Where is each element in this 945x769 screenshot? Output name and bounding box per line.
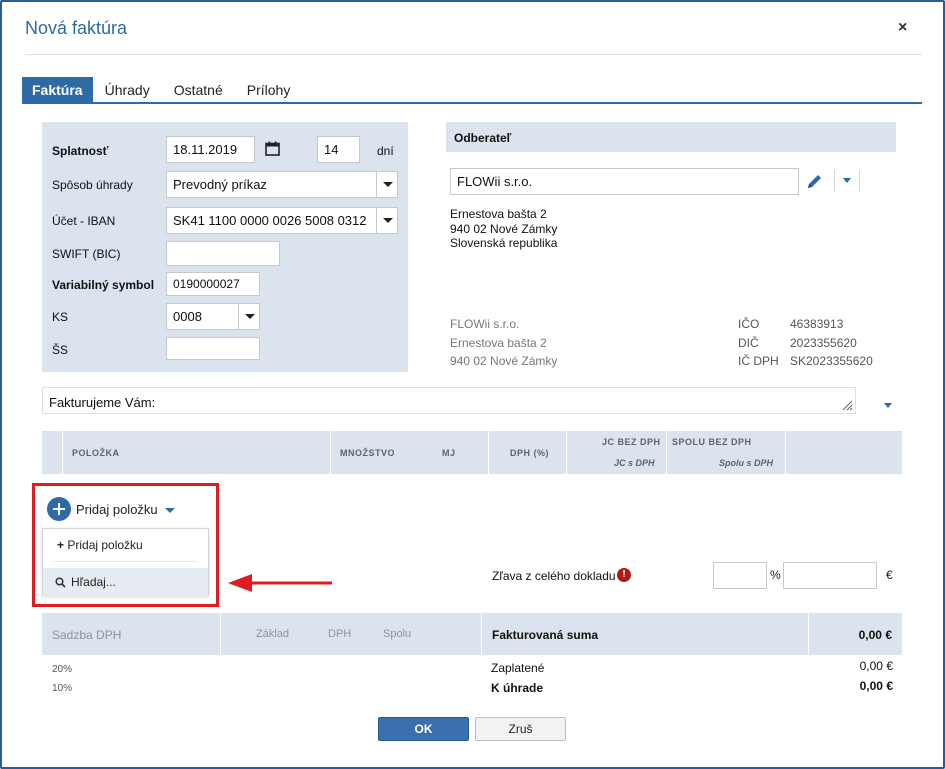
pencil-icon[interactable]	[806, 173, 823, 190]
column-divider	[488, 431, 489, 474]
intro-textarea[interactable]: Fakturujeme Vám:	[42, 387, 856, 414]
chevron-down-icon[interactable]	[238, 304, 259, 329]
ks-label: KS	[52, 310, 69, 324]
ks-select[interactable]: 0008	[166, 303, 260, 330]
invoiced-label: Fakturovaná suma	[492, 628, 599, 642]
chevron-down-icon[interactable]	[376, 172, 397, 197]
col-total-vat: Spolu s DPH	[719, 458, 774, 468]
column-divider	[785, 431, 786, 474]
col-vat: DPH (%)	[510, 448, 549, 458]
vat-rate-row: 20%	[52, 664, 73, 675]
swift-label: SWIFT (BIC)	[52, 247, 121, 261]
customer-field[interactable]: FLOWii s.r.o.	[450, 168, 799, 195]
cancel-button[interactable]: Zruš	[475, 717, 566, 741]
tab-payments[interactable]: Úhrady	[93, 77, 162, 103]
dic-value: 2023355620	[790, 336, 857, 350]
customer-header-label: Odberateľ	[454, 131, 512, 145]
invoiced-value: 0,00 €	[858, 628, 892, 642]
ss-field[interactable]	[166, 337, 260, 360]
total-heading: Spolu	[383, 628, 412, 640]
title-divider	[25, 54, 922, 55]
discount-amount-field[interactable]	[783, 562, 877, 589]
payment-method-select[interactable]: Prevodný príkaz	[166, 171, 398, 198]
column-divider	[62, 431, 63, 474]
iban-label: Účet - IBAN	[52, 214, 116, 228]
dialog-title: Nová faktúra	[25, 18, 128, 38]
supplier-city: 940 02 Nové Zámky	[450, 354, 558, 368]
iban-select[interactable]: SK41 1100 0000 0026 5008 0312	[166, 207, 398, 234]
iban-value: SK41 1100 0000 0026 5008 0312	[173, 213, 367, 228]
close-icon[interactable]: ×	[898, 19, 907, 37]
variable-symbol-label: Variabilný symbol	[52, 278, 155, 292]
vat-rate-heading: Sadzba DPH	[52, 628, 122, 642]
col-qty: MNOŽSTVO	[340, 448, 395, 458]
vat-heading: DPH	[328, 628, 352, 640]
supplier-name: FLOWii s.r.o.	[450, 317, 520, 331]
percent-unit: %	[770, 568, 781, 582]
warning-icon[interactable]: !	[617, 568, 631, 582]
icdph-value: SK2023355620	[790, 354, 873, 368]
chevron-down-icon[interactable]	[884, 403, 892, 408]
supplier-street: Ernestova bašta 2	[450, 336, 547, 350]
customer-address: Ernestova bašta 2 940 02 Nové Zámky Slov…	[450, 207, 557, 251]
tab-underline	[22, 102, 922, 104]
icdph-label: IČ DPH	[738, 354, 779, 368]
vat-rate-row: 10%	[52, 683, 73, 694]
tab-other[interactable]: Ostatné	[162, 77, 235, 103]
days-unit-label: dní	[377, 144, 394, 158]
items-table-header: POLOŽKA MNOŽSTVO MJ DPH (%) JC BEZ DPH J…	[42, 431, 902, 474]
intro-text: Fakturujeme Vám:	[49, 395, 156, 410]
tab-bar: Faktúra Úhrady Ostatné Prílohy	[22, 77, 302, 103]
paid-value: 0,00 €	[859, 659, 893, 673]
divider	[859, 170, 860, 192]
calendar-icon[interactable]	[265, 141, 280, 156]
resize-grip-icon[interactable]	[842, 400, 853, 411]
column-divider	[330, 431, 331, 474]
address-line: 940 02 Nové Zámky	[450, 221, 558, 236]
col-item: POLOŽKA	[72, 448, 120, 458]
variable-symbol-field[interactable]: 0190000027	[166, 272, 260, 296]
discount-label: Zľava z celého dokladu	[492, 569, 616, 583]
payment-method-value: Prevodný príkaz	[173, 177, 267, 192]
due-label: K úhrade	[491, 681, 544, 695]
chevron-down-icon[interactable]	[843, 178, 851, 183]
chevron-down-icon[interactable]	[376, 208, 397, 233]
column-divider	[566, 431, 567, 474]
column-divider	[666, 431, 667, 474]
address-line: Ernestova bašta 2	[450, 207, 547, 221]
ico-label: IČO	[738, 317, 760, 331]
highlight-box	[32, 483, 219, 607]
payment-method-label: Spôsob úhrady	[52, 178, 133, 192]
col-unit-price: JC BEZ DPH	[602, 437, 661, 447]
base-heading: Základ	[256, 628, 290, 640]
divider	[834, 170, 835, 192]
swift-field[interactable]	[166, 241, 280, 266]
discount-percent-field[interactable]	[713, 562, 767, 589]
arrow-left-icon	[228, 574, 332, 592]
col-unit-price-vat: JC s DPH	[614, 458, 655, 468]
ss-label: ŠS	[52, 343, 69, 357]
col-unit: MJ	[442, 448, 456, 458]
due-value: 0,00 €	[859, 679, 893, 693]
col-total: SPOLU BEZ DPH	[672, 437, 752, 447]
tab-invoice[interactable]: Faktúra	[22, 77, 93, 103]
scroll-fade	[40, 700, 480, 712]
address-line: Slovenská republika	[450, 236, 558, 250]
tab-attachments[interactable]: Prílohy	[235, 77, 303, 103]
due-date-field[interactable]: 18.11.2019	[166, 136, 255, 163]
ks-value: 0008	[173, 309, 202, 324]
due-days-field[interactable]: 14	[317, 136, 360, 163]
paid-label: Zaplatené	[491, 661, 545, 675]
ok-button[interactable]: OK	[378, 717, 469, 741]
ico-value: 46383913	[790, 317, 844, 331]
customer-header: Odberateľ	[446, 122, 896, 152]
currency-unit: €	[886, 568, 893, 582]
dic-label: DIČ	[738, 336, 759, 350]
due-date-label: Splatnosť	[52, 144, 109, 158]
